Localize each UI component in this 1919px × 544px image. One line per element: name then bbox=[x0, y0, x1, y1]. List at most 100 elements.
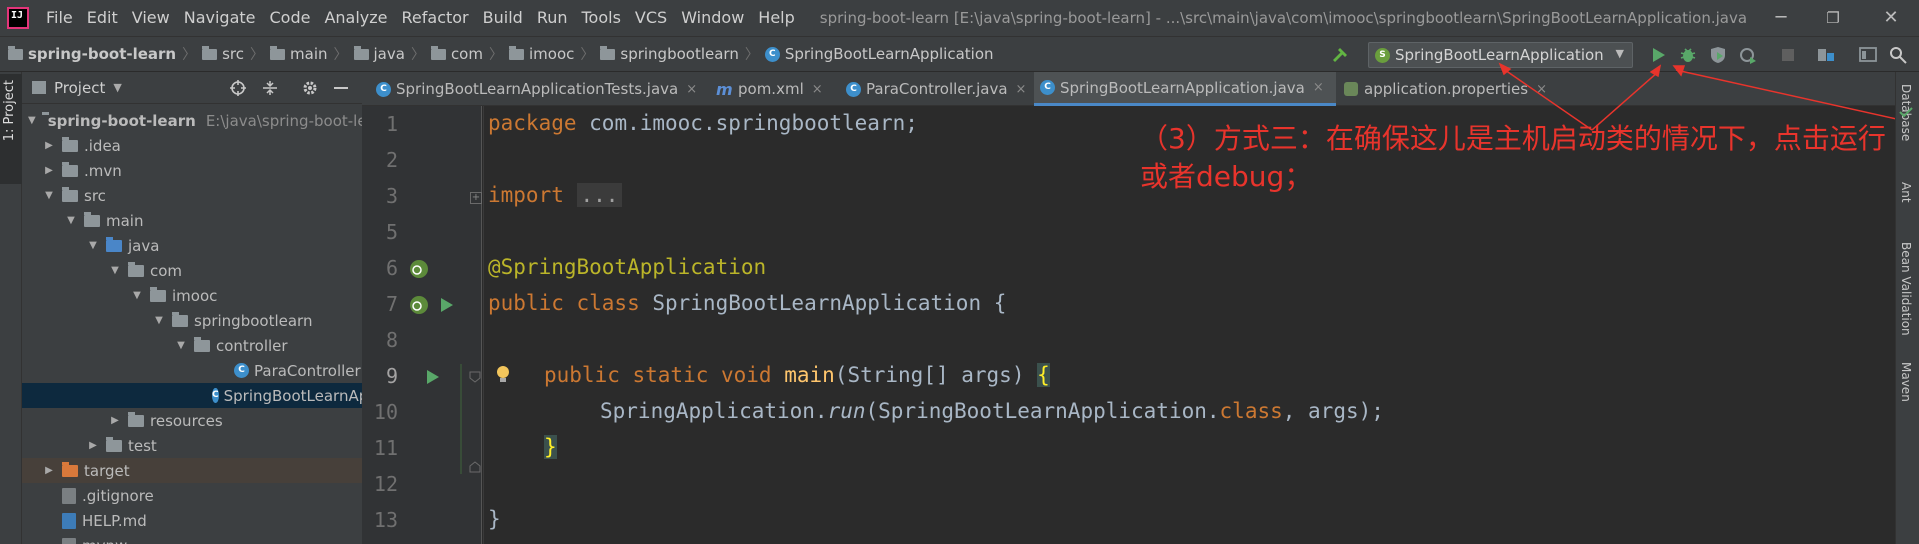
breadcrumb-item-imooc[interactable]: imooc bbox=[508, 45, 574, 63]
fold-expand-icon[interactable]: + bbox=[470, 192, 482, 204]
breadcrumb-item-java[interactable]: java bbox=[353, 45, 405, 63]
tree-item[interactable]: ▶ .idea bbox=[22, 133, 362, 158]
chevron-down-icon[interactable]: ▼ bbox=[113, 81, 121, 94]
tree-item[interactable]: ▼ imooc bbox=[22, 283, 362, 308]
chevron-right-icon: 〉 bbox=[250, 47, 265, 63]
arrow-to-debug-button bbox=[1675, 69, 1919, 125]
tree-item[interactable]: ▼ spring-boot-learn E:\java\spring-boot-le… bbox=[22, 108, 362, 133]
maven-icon: m bbox=[716, 79, 733, 99]
project-view-selector[interactable]: Project bbox=[54, 79, 105, 97]
spring-bean-icon[interactable] bbox=[408, 258, 430, 280]
tree-item-selected[interactable]: CSpringBootLearnApplication bbox=[22, 383, 362, 408]
menu-analyze[interactable]: Analyze bbox=[317, 0, 394, 36]
ant-tool-button[interactable]: Ant bbox=[1899, 182, 1913, 203]
line-number: 5 bbox=[385, 220, 398, 244]
editor-gutter: 1 2 3 5 6 7 8 9 10 11 12 13 + bbox=[362, 106, 482, 544]
close-button[interactable]: ✕ bbox=[1866, 0, 1916, 36]
line-number: 2 bbox=[385, 148, 398, 172]
hide-panel-icon[interactable] bbox=[334, 87, 348, 89]
menu-view[interactable]: View bbox=[125, 0, 177, 36]
tab-springbootlearnapplicationtests[interactable]: C SpringBootLearnApplicationTests.java × bbox=[370, 72, 705, 106]
breadcrumb-item-class[interactable]: C SpringBootLearnApplication bbox=[764, 45, 994, 63]
menu-navigate[interactable]: Navigate bbox=[177, 0, 263, 36]
fold-end-icon[interactable] bbox=[469, 461, 481, 473]
tree-item[interactable]: ▶ test bbox=[22, 433, 362, 458]
ide-window: File Edit View Navigate Code Analyze Ref… bbox=[0, 0, 1919, 544]
tree-item[interactable]: ▶ target bbox=[22, 458, 362, 483]
lightbulb-icon[interactable] bbox=[495, 364, 511, 386]
menu-help[interactable]: Help bbox=[751, 0, 801, 36]
arrowhead bbox=[1649, 64, 1662, 78]
tree-item[interactable]: ▼ com bbox=[22, 258, 362, 283]
tree-item[interactable]: ▼ src bbox=[22, 183, 362, 208]
chevron-right-icon: 〉 bbox=[333, 47, 348, 63]
tree-item[interactable]: .gitignore bbox=[22, 483, 362, 508]
breadcrumb-item-main[interactable]: main bbox=[270, 45, 328, 63]
menu-run[interactable]: Run bbox=[530, 0, 575, 36]
fold-collapse-icon[interactable] bbox=[469, 371, 481, 383]
project-tool-window-button[interactable]: 1: Project bbox=[0, 74, 22, 184]
tree-item[interactable]: mvnw bbox=[22, 533, 362, 544]
close-icon[interactable]: × bbox=[686, 82, 697, 97]
spring-bean-icon[interactable] bbox=[408, 294, 430, 316]
menu-edit[interactable]: Edit bbox=[80, 0, 125, 36]
close-icon[interactable]: × bbox=[1313, 80, 1324, 95]
build-hammer-icon[interactable] bbox=[1330, 45, 1350, 65]
menu-tools[interactable]: Tools bbox=[575, 0, 628, 36]
tab-pom-xml[interactable]: m pom.xml × bbox=[710, 72, 852, 106]
folder-icon bbox=[106, 436, 122, 452]
maximize-button[interactable]: ❐ bbox=[1808, 0, 1858, 36]
gear-icon[interactable] bbox=[302, 80, 318, 96]
code-line-10: SpringApplication.run(SpringBootLearnApp… bbox=[600, 399, 1384, 423]
tab-paracontroller[interactable]: C ParaController.java × bbox=[840, 72, 1032, 106]
bean-validation-tool-button[interactable]: Bean Validation bbox=[1899, 242, 1913, 336]
locate-file-icon[interactable] bbox=[230, 80, 246, 96]
tab-springbootlearnapplication[interactable]: C SpringBootLearnApplication.java × bbox=[1034, 72, 1336, 106]
folder-icon bbox=[430, 45, 446, 60]
spring-boot-icon: S bbox=[1375, 48, 1390, 63]
file-icon bbox=[62, 537, 76, 544]
maven-tool-button[interactable]: Maven bbox=[1899, 362, 1913, 402]
menu-build[interactable]: Build bbox=[476, 0, 530, 36]
code-line-3: import ... bbox=[488, 183, 623, 207]
minimize-button[interactable]: ─ bbox=[1756, 0, 1806, 36]
run-gutter-icon[interactable] bbox=[438, 296, 456, 314]
menu-refactor[interactable]: Refactor bbox=[395, 0, 476, 36]
project-tab-label: 1: Project bbox=[2, 80, 17, 142]
arrow-to-run-button bbox=[1591, 71, 1659, 131]
menu-bar: File Edit View Navigate Code Analyze Ref… bbox=[39, 0, 802, 36]
code-line-11: } bbox=[544, 435, 557, 459]
code-line-7: public class SpringBootLearnApplication … bbox=[488, 291, 1007, 315]
menu-vcs[interactable]: VCS bbox=[628, 0, 674, 36]
chevron-down-icon: ▼ bbox=[45, 190, 53, 201]
menu-code[interactable]: Code bbox=[263, 0, 318, 36]
line-number: 7 bbox=[385, 292, 398, 316]
tree-item[interactable]: ▼ java bbox=[22, 233, 362, 258]
close-icon[interactable]: × bbox=[1016, 82, 1027, 97]
tree-item[interactable]: ▼ controller bbox=[22, 333, 362, 358]
breadcrumb-item-com[interactable]: com bbox=[430, 45, 483, 63]
tree-item[interactable]: ▶ .mvn bbox=[22, 158, 362, 183]
class-icon: C bbox=[846, 81, 861, 97]
tree-item[interactable]: C ParaController bbox=[22, 358, 362, 383]
menu-window[interactable]: Window bbox=[674, 0, 751, 36]
file-icon bbox=[62, 487, 76, 504]
tree-item[interactable]: ▼ springbootlearn bbox=[22, 308, 362, 333]
tree-item[interactable]: HELP.md bbox=[22, 508, 362, 533]
menu-file[interactable]: File bbox=[39, 0, 80, 36]
tree-item[interactable]: ▼ main bbox=[22, 208, 362, 233]
collapse-all-icon[interactable] bbox=[262, 80, 278, 96]
breadcrumb-item-src[interactable]: src bbox=[202, 45, 244, 63]
breadcrumb-item-springbootlearn[interactable]: springbootlearn bbox=[600, 45, 739, 63]
tree-item[interactable]: ▶ resources bbox=[22, 408, 362, 433]
close-icon[interactable]: × bbox=[812, 82, 823, 97]
package-icon bbox=[150, 286, 166, 302]
folder-icon bbox=[62, 136, 78, 152]
chevron-right-icon: ▶ bbox=[45, 465, 53, 476]
chevron-right-icon: ▶ bbox=[89, 440, 97, 451]
run-gutter-icon[interactable] bbox=[424, 368, 442, 386]
chevron-down-icon: ▼ bbox=[155, 315, 163, 326]
breadcrumb-item-project[interactable]: spring-boot-learn bbox=[8, 45, 176, 63]
folded-imports[interactable]: ... bbox=[576, 183, 623, 207]
class-icon: C bbox=[376, 81, 391, 97]
